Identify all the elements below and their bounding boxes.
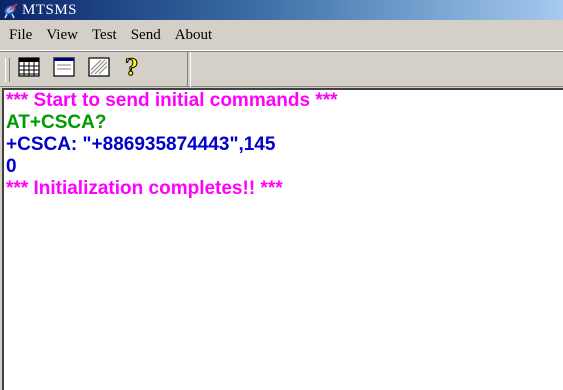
menu-test[interactable]: Test bbox=[87, 27, 122, 44]
window-button[interactable] bbox=[51, 56, 77, 82]
console-line: *** Initialization completes!! *** bbox=[6, 178, 283, 199]
toolbar-separator bbox=[187, 52, 191, 87]
menu-bar: File View Test Send About bbox=[0, 20, 563, 51]
window-icon bbox=[53, 56, 75, 82]
console-line: +CSCA: "+886935874443",145 bbox=[6, 134, 276, 155]
window-title: MTSMS bbox=[22, 1, 78, 18]
help-button[interactable]: ? bbox=[119, 54, 145, 84]
help-question-icon: ? bbox=[121, 54, 143, 84]
menu-file[interactable]: File bbox=[4, 27, 37, 44]
toolbar: ? bbox=[0, 51, 563, 87]
app-window: MTSMS File View Test Send About ? *** St… bbox=[0, 0, 563, 390]
striped-window-icon bbox=[88, 56, 110, 82]
satellite-dish-icon bbox=[2, 1, 20, 19]
console-line: *** Start to send initial commands *** bbox=[6, 90, 338, 111]
menu-view[interactable]: View bbox=[41, 27, 83, 44]
console-line: AT+CSCA? bbox=[6, 112, 107, 133]
console-line: 0 bbox=[6, 156, 17, 177]
title-bar[interactable]: MTSMS bbox=[0, 0, 563, 20]
svg-text:?: ? bbox=[125, 55, 138, 79]
toolbar-grip[interactable] bbox=[5, 58, 10, 82]
console-output[interactable]: *** Start to send initial commands *** A… bbox=[2, 88, 563, 390]
grid-table-button[interactable] bbox=[16, 56, 42, 82]
menu-about[interactable]: About bbox=[170, 27, 218, 44]
striped-window-button[interactable] bbox=[86, 56, 112, 82]
menu-send[interactable]: Send bbox=[126, 27, 166, 44]
grid-table-icon bbox=[18, 56, 40, 82]
